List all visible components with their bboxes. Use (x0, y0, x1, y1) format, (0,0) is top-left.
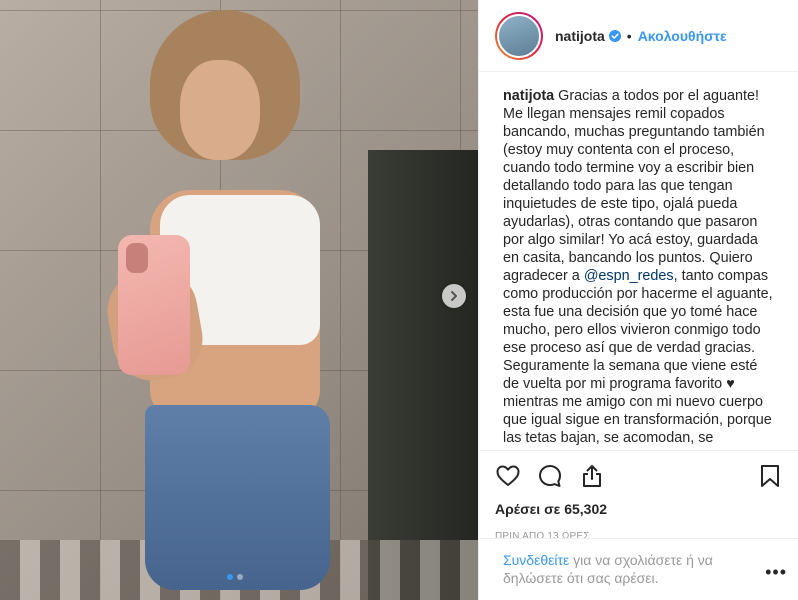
avatar-story-ring[interactable] (495, 11, 543, 60)
login-link[interactable]: Συνδεθείτε (503, 552, 569, 568)
post-photo[interactable] (0, 0, 478, 600)
post-side-panel: natijota • Ακολουθήστε natijota Gracias … (478, 0, 798, 600)
more-options-button[interactable]: ••• (765, 563, 787, 581)
follow-button[interactable]: Ακολουθήστε (638, 28, 727, 44)
post-actions: Αρέσει σε 65,302 ΠΡΙΝ ΑΠΟ 13 ΩΡΕΣ (479, 450, 798, 542)
denim-shorts (145, 405, 330, 590)
carousel-dots (227, 574, 243, 580)
verified-icon (608, 29, 621, 42)
person-face (180, 60, 260, 160)
next-photo-button[interactable] (442, 284, 466, 308)
separator-dot: • (626, 27, 632, 44)
comment-icon[interactable] (537, 463, 563, 489)
comment-footer: Συνδεθείτε για να σχολιάσετε ή να δηλώσε… (479, 538, 798, 600)
share-icon[interactable] (579, 463, 605, 489)
phone-camera (126, 243, 148, 273)
carousel-dot-1 (227, 574, 233, 580)
caption: natijota Gracias a todos por el aguante!… (479, 72, 798, 450)
carousel-dot-2 (237, 574, 243, 580)
caption-text-before: Gracias a todos por el aguante! Me llega… (503, 88, 765, 284)
likes-count[interactable]: Αρέσει σε 65,302 (495, 501, 783, 517)
chevron-right-icon (451, 291, 457, 301)
bookmark-icon[interactable] (757, 463, 783, 489)
username[interactable]: natijota (555, 28, 605, 44)
action-icons (495, 461, 783, 491)
caption-username[interactable]: natijota (503, 88, 554, 104)
post-header: natijota • Ακολουθήστε (479, 0, 798, 72)
caption-text-after: , tanto compas como producción por hacer… (503, 268, 773, 446)
avatar[interactable] (497, 13, 541, 58)
door-shadow (368, 150, 478, 600)
heart-icon[interactable] (495, 463, 521, 489)
caption-mention-link[interactable]: @espn_redes (584, 268, 674, 284)
phone (118, 235, 190, 375)
